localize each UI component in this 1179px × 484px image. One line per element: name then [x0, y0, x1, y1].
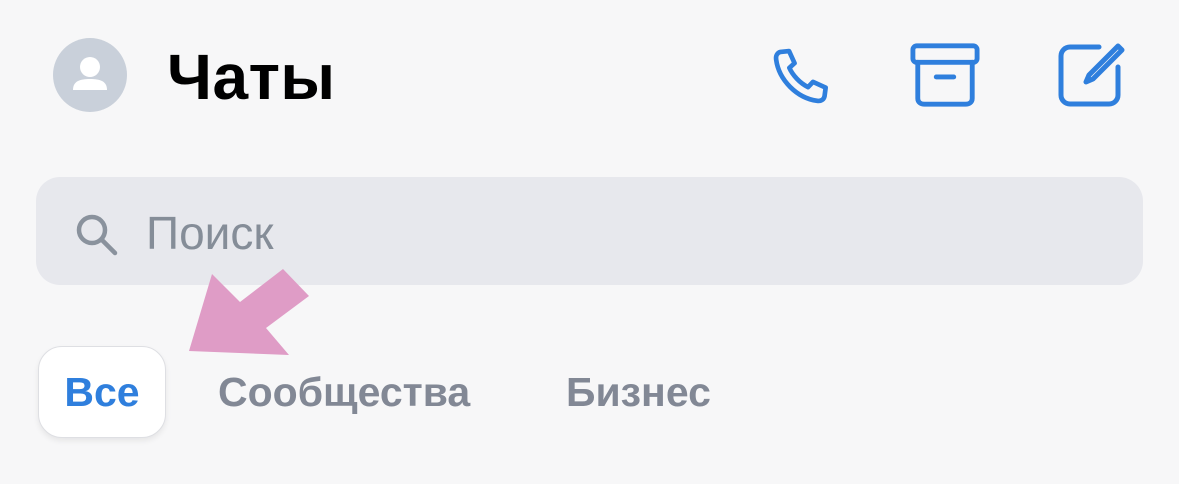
compose-icon	[1058, 43, 1125, 107]
pointer-arrow	[189, 269, 309, 355]
archive-button[interactable]	[910, 40, 980, 110]
search-icon	[76, 214, 118, 256]
new-chat-button[interactable]	[1055, 40, 1125, 110]
tab-business[interactable]: Бизнес	[566, 362, 711, 422]
calls-button[interactable]	[767, 40, 837, 110]
archive-box-icon	[910, 43, 980, 107]
phone-icon	[773, 48, 828, 104]
tab-all[interactable]: Все	[38, 346, 166, 438]
search-placeholder: Поиск	[146, 207, 274, 259]
avatar[interactable]	[53, 38, 127, 112]
user-avatar-icon	[73, 57, 107, 90]
page-title: Чаты	[167, 41, 336, 113]
